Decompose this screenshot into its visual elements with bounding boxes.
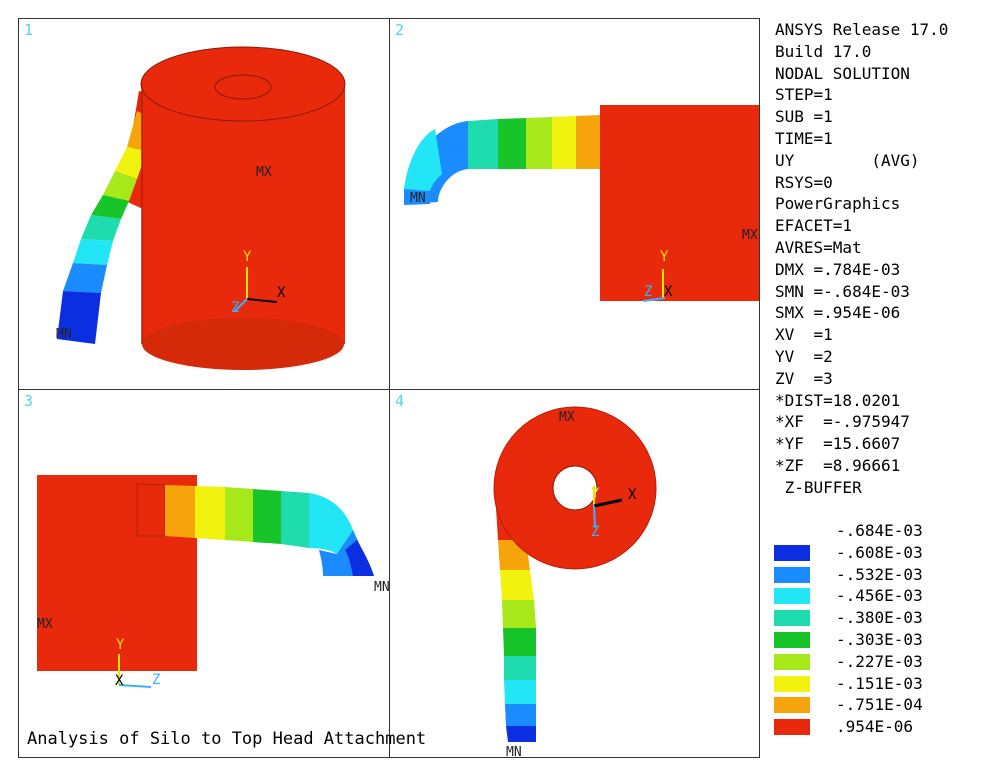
info-line: *XF =-.975947	[775, 412, 910, 432]
legend-row: -.380E-03	[774, 607, 996, 629]
axis-y-label: Y	[591, 486, 600, 502]
axis-x-label: X	[115, 673, 124, 689]
info-line: YV =2	[775, 346, 833, 366]
info-line: Build 17.0	[775, 41, 872, 61]
info-line: *DIST=18.0201	[775, 390, 901, 410]
legend-label: -.227E-03	[836, 651, 923, 671]
max-label: MX	[256, 165, 272, 180]
plot-caption: Analysis of Silo to Top Head Attachment	[27, 729, 427, 749]
viewport-3-graphic: MX MN Y X Z	[37, 475, 389, 689]
info-line: RSYS=0	[775, 172, 833, 192]
legend-row: -.456E-03	[774, 585, 996, 607]
axis-z-label: Z	[644, 284, 652, 300]
info-line: SMN =-.684E-03	[775, 281, 910, 301]
legend-label: -.751E-04	[836, 695, 923, 715]
info-line: TIME=1	[775, 128, 833, 148]
axis-y-label: Y	[116, 637, 125, 653]
max-label: MX	[37, 617, 53, 632]
legend-label: .954E-06	[836, 717, 914, 737]
axis-y-label: Y	[660, 249, 669, 265]
elbow-arm	[404, 115, 602, 205]
axis-x-label: X	[277, 285, 286, 301]
legend-swatch	[774, 697, 810, 714]
info-line: XV =1	[775, 325, 833, 345]
legend-swatch	[774, 544, 810, 561]
legend-swatch	[774, 719, 810, 736]
legend-swatch	[774, 588, 810, 605]
info-line: Z-BUFFER	[775, 477, 862, 497]
viewport-3: 3 MX MN Y X Z	[19, 390, 389, 758]
min-label: MN	[506, 745, 522, 758]
legend-swatch	[774, 675, 810, 692]
legend-min-value: -.684E-03	[836, 521, 923, 540]
info-line: UY (AVG)	[775, 150, 920, 170]
legend-row: .954E-06	[774, 716, 996, 738]
legend-label: -.608E-03	[836, 542, 923, 562]
legend-swatch	[774, 653, 810, 670]
viewport-2-graphic: MN MX Y X Z	[404, 105, 759, 302]
axis-y-label: Y	[243, 249, 252, 265]
axis-z-label: Z	[152, 672, 160, 688]
axis-x-label: X	[664, 284, 673, 300]
legend-swatch	[774, 566, 810, 583]
info-line: NODAL SOLUTION	[775, 63, 910, 83]
solution-info-panel: ANSYS Release 17.0 Build 17.0 NODAL SOLUTI…	[775, 19, 997, 499]
axis-z-label: Z	[591, 524, 599, 540]
viewport-1: 1 MX MN Y X Z	[19, 19, 389, 389]
info-line: DMX =.784E-03	[775, 259, 901, 279]
info-line: *ZF =8.96661	[775, 455, 901, 475]
legend-row: -.751E-04	[774, 694, 996, 716]
min-label: MN	[410, 191, 426, 206]
info-line: ANSYS Release 17.0	[775, 20, 949, 39]
legend-swatch	[774, 610, 810, 627]
legend-row: -.151E-03	[774, 673, 996, 695]
legend-label: -.532E-03	[836, 564, 923, 584]
legend-label: -.151E-03	[836, 673, 923, 693]
legend-row: -.227E-03	[774, 651, 996, 673]
min-label: MN	[56, 327, 72, 342]
info-line: EFACET=1	[775, 216, 853, 236]
max-label: MX	[742, 228, 758, 243]
viewport-4: 4 MX MN Y X Z	[390, 390, 760, 758]
info-line: ZV =3	[775, 368, 833, 388]
min-label: MN	[374, 580, 389, 595]
legend-row: -.608E-03	[774, 542, 996, 564]
max-label: MX	[559, 410, 575, 425]
axis-z-label: Z	[231, 300, 239, 316]
legend-swatch	[774, 632, 810, 648]
axis-x-label: X	[628, 487, 637, 503]
legend-label: -.380E-03	[836, 608, 923, 628]
viewport-1-graphic: MX MN Y X Z	[56, 46, 346, 370]
viewport-2: 2 MN MX Y X Z	[390, 19, 760, 389]
legend-label: -.456E-03	[836, 586, 923, 606]
viewport-grid: 1 MX MN Y X Z 2 MN MX Y X Z 3 MX MN Y X …	[18, 18, 760, 758]
info-line: SUB =1	[775, 107, 833, 127]
legend-row: -.532E-03	[774, 564, 996, 586]
info-line: SMX =.954E-06	[775, 303, 901, 323]
silo-cylinder	[140, 46, 346, 370]
legend-row: -.303E-03	[774, 629, 996, 651]
viewport-4-graphic: MX MN Y X Z	[493, 406, 657, 758]
info-line: *YF =15.6607	[775, 434, 901, 454]
info-line: AVRES=Mat	[775, 237, 862, 257]
legend-label: -.303E-03	[836, 630, 923, 649]
info-line: PowerGraphics	[775, 194, 901, 214]
silo-cylinder	[600, 105, 759, 301]
info-line: STEP=1	[775, 85, 833, 105]
